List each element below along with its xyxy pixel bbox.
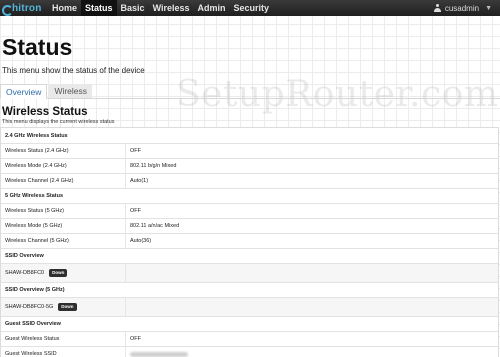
row-value: Auto(1) [130,178,149,184]
page-title: Status [2,34,73,60]
ssid-name: SHAW-DB8FC0-5G [5,304,54,310]
top-navbar: hitron Home Status Basic Wireless Admin … [0,0,500,16]
user-icon [433,4,441,12]
row-label: Wireless Channel (5 GHz) [1,234,126,248]
nav-wireless[interactable]: Wireless [149,0,194,16]
table-row: Wireless Channel (5 GHz) Auto(36) [1,233,498,248]
tab-bar: Overview Wireless [0,84,500,99]
row-value [126,264,498,282]
status-badge: Down [58,303,77,311]
redacted-value [130,351,188,357]
group-header-ssid-5g: SSID Overview (5 GHz) [1,282,498,297]
row-label: Wireless Channel (2.4 GHz) [1,174,126,188]
row-value [126,347,498,357]
ssid-cell: SHAW-DB8FC0-5G Down [1,298,126,316]
row-value: OFF [130,208,141,214]
table-row: Wireless Mode (5 GHz) 802.11 a/n/ac Mixe… [1,218,498,233]
group-header-5g: 5 GHz Wireless Status [1,188,498,203]
table-row: Wireless Mode (2.4 GHz) 802.11 b/g/n Mix… [1,158,498,173]
wireless-status-table: 2.4 GHz Wireless Status Wireless Status … [0,127,499,357]
row-label: Guest Wireless SSID [1,347,126,357]
tab-wireless[interactable]: Wireless [49,84,93,98]
group-header-guest: Guest SSID Overview [1,316,498,331]
section-title: Wireless Status [2,106,88,118]
nav-status[interactable]: Status [81,0,117,16]
chevron-down-icon: ▼ [485,4,492,12]
nav-admin[interactable]: Admin [194,0,230,16]
group-header-ssid: SSID Overview [1,248,498,263]
user-name: cusadmin [444,3,480,13]
ssid-name: SHAW-DB8FC0 [5,270,45,276]
row-label: Wireless Status (5 GHz) [1,204,126,218]
table-row: Wireless Status (5 GHz) OFF [1,203,498,218]
user-menu[interactable]: cusadmin ▼ [433,0,492,16]
ssid-cell: SHAW-DB8FC0 Down [1,264,126,282]
row-value: OFF [130,336,141,342]
ssid-row: SHAW-DB8FC0-5G Down [1,297,498,316]
row-label: Guest Wireless Status [1,332,126,346]
row-value: 802.11 a/n/ac Mixed [130,223,180,229]
row-value [126,298,498,316]
nav-home[interactable]: Home [48,0,81,16]
section-description: This menu displays the current wireless … [2,119,115,125]
row-label: Wireless Status (2.4 GHz) [1,144,126,158]
brand-logo[interactable]: hitron [2,0,48,16]
page-subtitle: This menu show the status of the device [2,66,145,75]
row-value: 802.11 b/g/n Mixed [130,163,177,169]
status-badge: Down [49,269,68,277]
table-row: Wireless Status (2.4 GHz) OFF [1,143,498,158]
table-row: Wireless Channel (2.4 GHz) Auto(1) [1,173,498,188]
row-value: OFF [130,148,141,154]
group-header-2g: 2.4 GHz Wireless Status [5,132,68,139]
tab-overview[interactable]: Overview [0,84,48,99]
table-row: Guest Wireless SSID [1,346,498,357]
hitron-logo-icon [2,4,13,16]
row-value: Auto(36) [130,238,152,244]
row-label: Wireless Mode (5 GHz) [1,219,126,233]
row-label: Wireless Mode (2.4 GHz) [1,159,126,173]
nav-basic[interactable]: Basic [117,0,149,16]
nav-security[interactable]: Security [230,0,274,16]
brand-name: hitron [12,2,42,14]
ssid-row: SHAW-DB8FC0 Down [1,263,498,282]
table-row: Guest Wireless Status OFF [1,331,498,346]
